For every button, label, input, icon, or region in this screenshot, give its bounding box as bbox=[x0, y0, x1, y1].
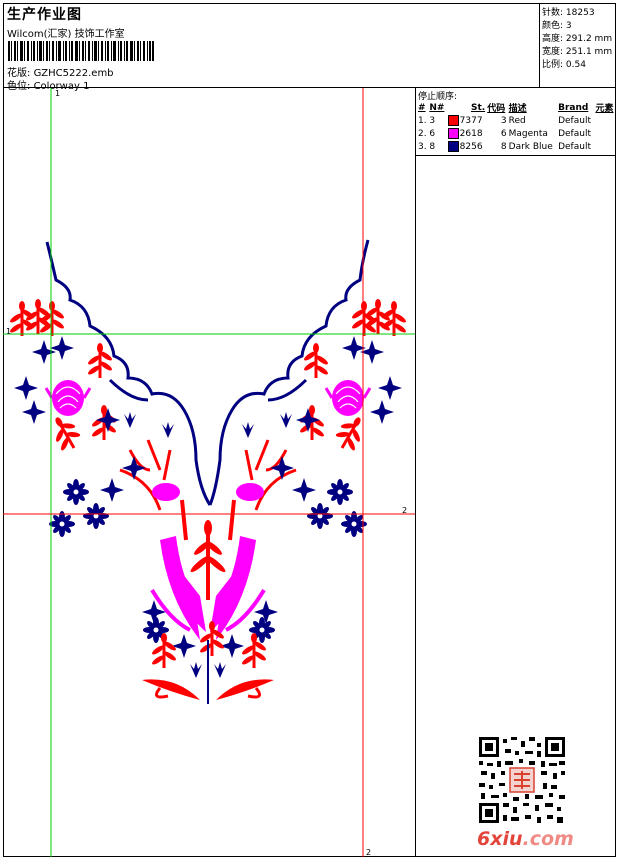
blue-cross-motif bbox=[32, 340, 56, 364]
col-element: 元素 bbox=[595, 104, 614, 114]
spec-panel: 针数: 18253 颜色: 3 高度: 291.2 mm 宽度: 251.1 m… bbox=[540, 3, 616, 88]
col-needle: N# bbox=[429, 102, 445, 113]
red-sprig-motif bbox=[85, 341, 115, 380]
neckline-left-outline bbox=[45, 241, 212, 506]
color-sequence-table: # N# St. 代码 描述 Brand 元素 1. 3 7377 3 Red … bbox=[417, 101, 616, 153]
blue-flower-motif bbox=[49, 511, 75, 537]
table-row: 1. 3 7377 3 Red Default bbox=[418, 115, 591, 126]
col-index: # bbox=[418, 102, 426, 113]
blue-cross-motif bbox=[100, 478, 124, 502]
spec-width: 宽度: 251.1 mm bbox=[542, 47, 613, 57]
center-motif-cluster bbox=[142, 520, 278, 704]
table-row: 2. 6 2618 6 Magenta Default bbox=[418, 128, 591, 139]
guide-marker-1-left: 1 bbox=[6, 327, 11, 336]
blue-cross-motif bbox=[122, 456, 146, 480]
col-description: 描述 bbox=[508, 104, 527, 114]
color-swatch-magenta bbox=[447, 128, 459, 139]
magenta-rose-motif bbox=[44, 378, 92, 418]
red-stem bbox=[180, 499, 188, 541]
col-brand: Brand bbox=[558, 102, 589, 113]
table-row: 3. 8 8256 8 Dark Blue Default bbox=[418, 141, 591, 152]
table-divider bbox=[416, 155, 615, 156]
blue-cross-motif bbox=[50, 336, 74, 360]
color-swatch-red bbox=[447, 115, 459, 126]
page-title: 生产作业图 bbox=[7, 7, 82, 23]
blue-cross-motif bbox=[22, 400, 46, 424]
col-stitches: St. bbox=[470, 102, 486, 113]
guide-marker-1-top: 1 bbox=[55, 89, 60, 98]
embroidery-preview: 1 1 2 2 bbox=[3, 88, 415, 857]
neckline-right-outline bbox=[208, 239, 370, 506]
guide-marker-2-right: 2 bbox=[402, 506, 407, 515]
right-motif-cluster bbox=[228, 297, 409, 541]
red-sprig-motif bbox=[37, 299, 67, 338]
guide-marker-2-bottom: 2 bbox=[366, 848, 371, 857]
blue-tulip-motif bbox=[124, 412, 136, 428]
qr-code-icon bbox=[479, 737, 565, 823]
watermark-logo: 6xiu.com bbox=[477, 828, 574, 850]
col-code: 代码 bbox=[487, 104, 506, 114]
spec-stitches: 针数: 18253 bbox=[542, 8, 595, 18]
header-panel: 生产作业图 Wilcom(汇家) 技饰工作室 花版: GZHC5222.emb … bbox=[3, 3, 540, 92]
spec-height: 高度: 291.2 mm bbox=[542, 34, 613, 44]
spec-scale: 比例: 0.54 bbox=[542, 60, 586, 70]
blue-flower-motif bbox=[63, 479, 89, 505]
barcode bbox=[8, 41, 154, 61]
studio-subtitle: Wilcom(汇家) 技饰工作室 bbox=[7, 29, 125, 40]
magenta-bud-motif bbox=[152, 483, 180, 501]
spec-colors: 颜色: 3 bbox=[542, 21, 572, 31]
color-swatch-dark-blue bbox=[447, 141, 459, 152]
blue-flower-motif bbox=[83, 503, 109, 529]
blue-cross-motif bbox=[14, 376, 38, 400]
inner-scallop bbox=[108, 378, 308, 402]
table-header-row: # N# St. 代码 描述 Brand 元素 bbox=[417, 101, 616, 115]
blue-tulip-motif bbox=[162, 422, 174, 438]
